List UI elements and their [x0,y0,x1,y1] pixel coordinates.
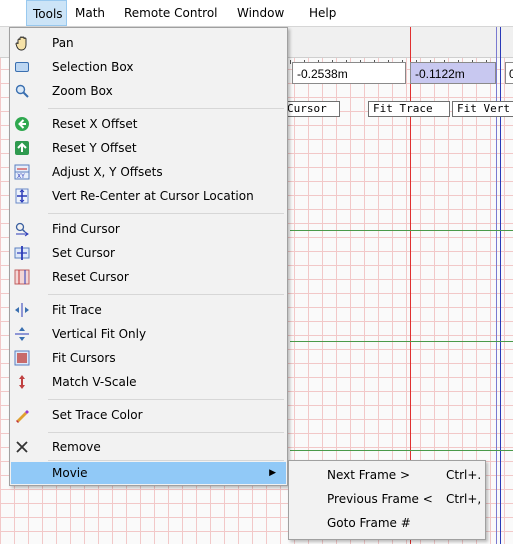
menu-math[interactable]: Math [69,0,111,26]
menu-item-set-cursor[interactable]: Set Cursor [11,242,286,264]
fit-trace-button-label: Fit Trace [373,102,433,115]
x-axis-cursor-box[interactable]: -0.1122m [410,62,496,84]
set-cursor-icon [14,246,30,260]
menu-item-reset-cursor[interactable]: Reset Cursor [11,266,286,288]
menu-window[interactable]: Window [231,0,290,26]
xy-offset-icon: XY [14,164,30,180]
submenu-item-goto-frame[interactable]: Goto Frame # [290,512,484,535]
x-axis-right-value: 0 [509,67,513,81]
separator [48,432,284,433]
menu-item-label: Reset Y Offset [52,141,137,155]
separator [48,460,284,461]
cursor-button-label: Cursor [287,102,327,115]
submenu-arrow-icon: ▶ [269,468,276,478]
menu-item-label: Match V-Scale [52,375,137,389]
selection-box-icon [15,62,29,72]
menu-item-pan[interactable]: Pan [11,32,286,54]
separator [48,294,284,295]
close-icon [16,441,28,453]
separator [48,108,284,109]
menu-item-label: Reset Cursor [52,270,129,284]
menu-item-remove[interactable]: Remove [11,436,286,458]
menu-item-find-cursor[interactable]: Find Cursor [11,218,286,240]
fit-trace-icon [15,303,29,317]
menu-item-label: Reset X Offset [52,117,138,131]
menu-math-label: Math [75,6,106,20]
submenu-item-shortcut: Ctrl+, [446,492,482,506]
x-axis-left-value: -0.2538m [297,67,348,81]
zoom-icon [15,84,29,98]
x-axis-cursor-value: -0.1122m [415,67,465,81]
submenu-item-label: Previous Frame < [327,492,433,506]
menu-item-zoom-box[interactable]: Zoom Box [11,80,286,102]
match-vscale-icon [19,375,25,389]
submenu-item-previous-frame[interactable]: Previous Frame < Ctrl+, [290,488,484,511]
vertical-fit-icon [15,327,29,341]
menu-tools[interactable]: Tools [26,0,67,26]
vert-recenter-icon [15,188,29,204]
left-arrow-circle-icon [15,117,29,131]
menu-item-fit-trace[interactable]: Fit Trace [11,299,286,321]
reset-cursor-icon [14,269,30,285]
menu-item-label: Vert Re-Center at Cursor Location [52,189,254,203]
hand-icon [15,36,27,51]
menu-item-label: Fit Cursors [52,351,116,365]
menu-item-label: Pan [52,36,74,50]
menu-help[interactable]: Help [303,0,342,26]
menu-tools-label: Tools [33,7,63,21]
h-grid-line-3 [290,450,513,451]
submenu-item-next-frame[interactable]: Next Frame > Ctrl+. [290,464,484,487]
menu-item-selection-box[interactable]: Selection Box [11,56,286,78]
cursor-button[interactable]: Cursor [282,101,340,117]
fit-cursors-icon [14,350,30,366]
svg-text:XY: XY [17,173,25,180]
menu-window-label: Window [237,6,285,20]
menu-item-label: Find Cursor [52,222,120,236]
h-grid-line-1 [290,230,513,231]
menu-remote-control-label: Remote Control [124,6,218,20]
menu-item-label: Remove [52,440,101,454]
fit-trace-button[interactable]: Fit Trace [368,101,450,117]
menu-remote-control[interactable]: Remote Control [118,0,224,26]
submenu-item-shortcut: Ctrl+. [446,468,482,482]
color-pen-icon [16,410,29,423]
menu-item-label: Set Trace Color [52,408,143,422]
x-axis-right-box[interactable]: 0 [505,62,513,84]
submenu-item-label: Next Frame > [327,468,411,482]
menu-item-fit-cursors[interactable]: Fit Cursors [11,347,286,369]
menu-item-reset-y-offset[interactable]: Reset Y Offset [11,137,286,159]
tools-dropdown: Pan Selection Box Zoom Box Reset X Offse… [9,27,288,486]
menu-bar: Tools Math Remote Control Window Help [0,0,513,27]
menu-item-label: Set Cursor [52,246,115,260]
menu-item-match-v-scale[interactable]: Match V-Scale [11,371,286,393]
x-axis-left-box[interactable]: -0.2538m [292,62,406,84]
submenu-item-label: Goto Frame # [327,516,411,530]
menu-item-label: Zoom Box [52,84,113,98]
movie-submenu: Next Frame > Ctrl+. Previous Frame < Ctr… [288,460,486,540]
menu-item-vertical-fit-only[interactable]: Vertical Fit Only [11,323,286,345]
menu-item-vert-recenter[interactable]: Vert Re-Center at Cursor Location [11,185,286,207]
menu-item-label: Vertical Fit Only [52,327,147,341]
menu-item-label: Adjust X, Y Offsets [52,165,163,179]
up-arrow-square-icon [15,141,29,155]
menu-item-set-trace-color[interactable]: Set Trace Color [11,404,286,426]
find-cursor-icon [15,222,29,237]
menu-item-label: Movie [52,466,88,480]
fit-vert-button[interactable]: Fit Vert [452,101,513,117]
menu-help-label: Help [309,6,337,20]
fit-vert-button-label: Fit Vert [457,102,510,115]
h-grid-line-2 [290,341,513,342]
menu-item-label: Fit Trace [52,303,102,317]
menu-item-reset-x-offset[interactable]: Reset X Offset [11,113,286,135]
menu-item-movie[interactable]: Movie ▶ [11,462,286,484]
menu-item-adjust-xy-offsets[interactable]: XY Adjust X, Y Offsets [11,161,286,183]
menu-item-label: Selection Box [52,60,134,74]
separator [48,399,284,400]
separator [48,213,284,214]
